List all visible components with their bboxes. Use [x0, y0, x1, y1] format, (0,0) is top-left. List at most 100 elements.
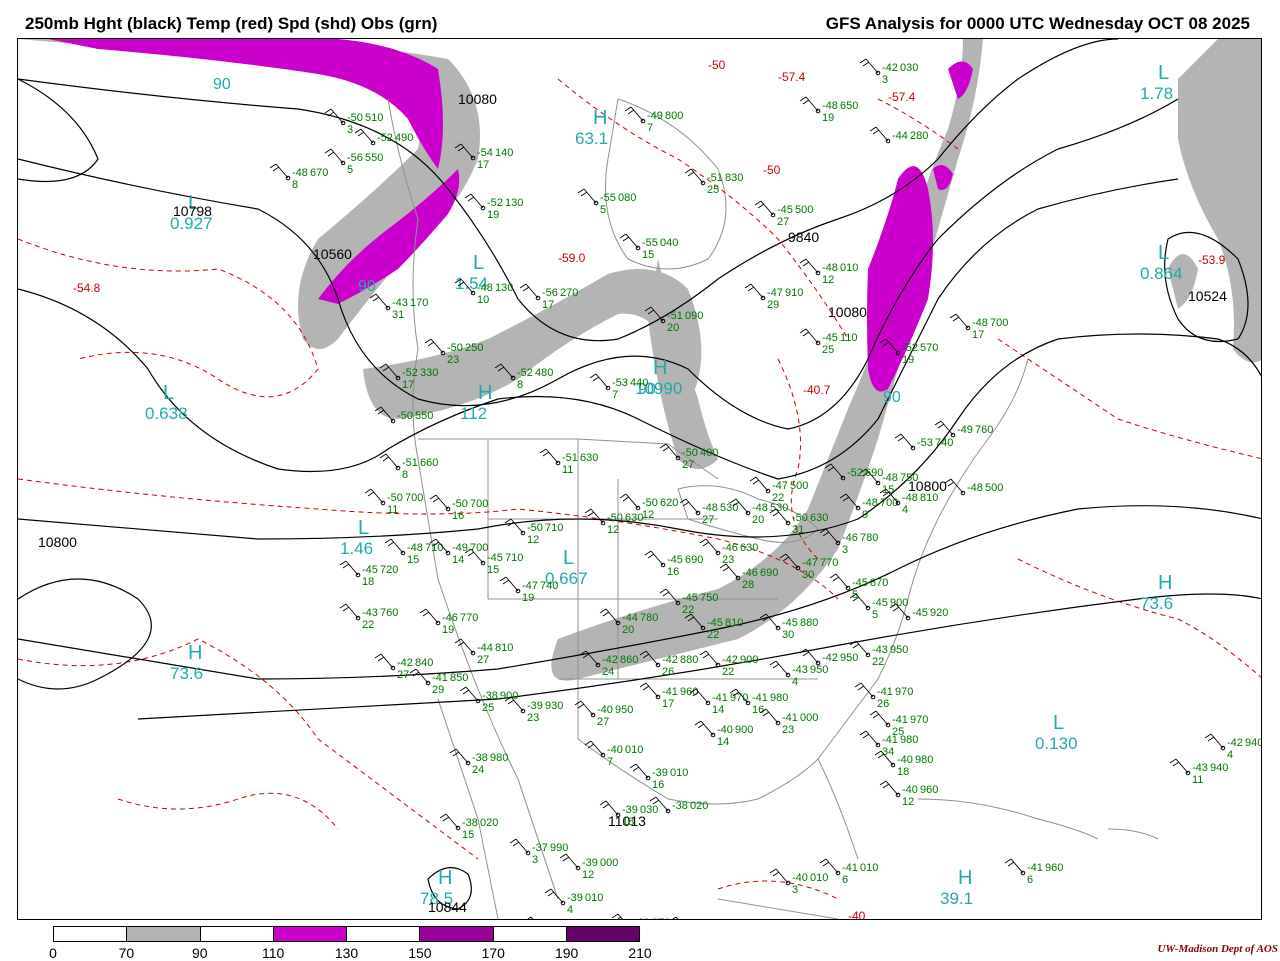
obs-dewpoint-depression: 20	[667, 322, 679, 334]
obs-dewpoint-depression: 19	[902, 354, 914, 366]
obs-temp: -50	[397, 410, 413, 422]
obs-height: 010	[810, 872, 828, 884]
wind-barb	[459, 686, 479, 702]
wind-barb	[324, 148, 344, 164]
center-letter: H	[188, 642, 202, 664]
obs-dewpoint-depression: 19	[522, 592, 534, 604]
obs-dewpoint-depression: 26	[877, 698, 889, 710]
temp-contour	[117, 792, 339, 830]
station-obs: -45 690 16	[644, 550, 703, 578]
obs-dewpoint-depression: 25	[822, 344, 834, 356]
obs-height: 550	[415, 410, 433, 422]
obs-height: 330	[420, 367, 438, 379]
obs-temp: -56	[542, 287, 558, 299]
obs-dewpoint-depression: 28	[742, 579, 754, 591]
station-obs: -40 960 12	[879, 780, 938, 808]
height-contours	[18, 39, 1261, 910]
obs-temp: -41	[432, 672, 448, 684]
obs-temp: -50	[527, 522, 543, 534]
obs-height: 010	[840, 262, 858, 274]
wind-barb	[539, 448, 559, 464]
wind-barb	[379, 453, 399, 469]
station-obs: -52 490	[354, 128, 413, 146]
pressure-center: H63.1	[575, 107, 608, 148]
obs-temp: -41	[877, 686, 893, 698]
obs-temp: -50	[607, 512, 623, 524]
obs-temp: -41	[882, 734, 898, 746]
obs-temp: -40	[902, 784, 918, 796]
obs-dewpoint-depression: 11	[562, 464, 573, 476]
wind-barb	[559, 853, 579, 869]
wind-barb	[769, 660, 789, 676]
obs-temp: -45	[682, 592, 698, 604]
colorbar-segment	[493, 927, 567, 941]
obs-height: 710	[505, 552, 523, 564]
obs-height: 980	[770, 692, 788, 704]
obs-temp: -39	[582, 857, 598, 869]
colorbar-tick-label: 0	[49, 945, 57, 961]
obs-temp: -48	[822, 100, 838, 112]
obs-temp: -48	[477, 282, 493, 294]
obs-temp: -56	[347, 152, 363, 164]
obs-temp: -52	[377, 132, 393, 144]
center-value: 1.78	[1140, 84, 1173, 103]
temp-label: -54.8	[73, 281, 101, 295]
obs-temp: -42	[602, 654, 618, 666]
wind-barb	[829, 573, 849, 589]
obs-dewpoint-depression: 25	[482, 702, 494, 714]
obs-dewpoint-depression: 22	[722, 666, 734, 678]
obs-height: 510	[365, 112, 383, 124]
station-obs: -48 670 8	[269, 163, 328, 191]
wind-barb	[744, 283, 764, 299]
obs-dewpoint-depression: 16	[652, 779, 664, 791]
station-obs: -48 53027	[679, 498, 738, 526]
obs-temp: -42	[1227, 737, 1243, 749]
station-obs: -39 010 4	[544, 888, 603, 916]
center-value: 63.1	[575, 129, 608, 148]
center-value: 112	[460, 404, 487, 423]
height-contour	[18, 78, 99, 182]
pressure-center: H73.6	[170, 642, 203, 683]
station-obs: -42 030 3	[859, 58, 918, 86]
wind-barb	[619, 493, 639, 509]
obs-temp: -49	[647, 110, 663, 122]
obs-dewpoint-depression: 9	[862, 509, 868, 521]
wind-barb	[1169, 758, 1189, 774]
obs-temp: -51	[402, 457, 418, 469]
obs-temp: -47	[772, 480, 788, 492]
temp-label: -50	[708, 58, 726, 72]
obs-temp: -48	[752, 502, 768, 514]
obs-dewpoint-depression: 8	[517, 379, 523, 391]
obs-height: 480	[535, 367, 553, 379]
wind-barb	[699, 538, 719, 554]
obs-height: 550	[365, 152, 383, 164]
wind-barb	[679, 498, 699, 514]
obs-height: 810	[920, 492, 938, 504]
height-label: 10524	[1188, 288, 1227, 304]
obs-temp: -52	[487, 197, 503, 209]
wind-barb	[419, 608, 439, 624]
obs-temp: -50	[447, 342, 463, 354]
obs-dewpoint-depression: 12	[902, 796, 914, 808]
obs-dewpoint-depression: 12	[642, 509, 654, 521]
obs-dewpoint-depression: 5	[872, 609, 878, 621]
obs-dewpoint-depression: 18	[362, 576, 374, 588]
station-obs: -40 950 27	[574, 700, 633, 728]
obs-dewpoint-depression: 16	[452, 510, 464, 522]
wind-barb	[949, 313, 969, 329]
obs-dewpoint-depression: 14	[712, 704, 724, 716]
wind-barb	[694, 720, 714, 736]
contour-labels: 1008010798105609840100801052410800108001…	[38, 58, 1227, 919]
wind-barb	[819, 858, 839, 874]
pressure-center: H39.1	[940, 867, 973, 908]
obs-height: 570	[920, 342, 938, 354]
station-obs: -50 510 3	[324, 108, 383, 136]
temp-label: -57.4	[888, 90, 916, 104]
wind-barb	[409, 668, 429, 684]
obs-temp: -40	[717, 724, 733, 736]
obs-dewpoint-depression: 8	[292, 179, 298, 191]
wind-barb	[879, 780, 899, 796]
obs-temp: -55	[600, 192, 616, 204]
height-label: 10080	[458, 91, 497, 107]
station-obs: -48 650 19	[799, 96, 858, 124]
